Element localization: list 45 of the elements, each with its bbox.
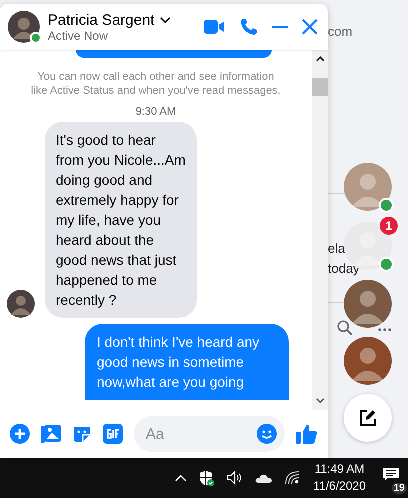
scroll-up-icon[interactable]: [316, 56, 324, 62]
shield-icon[interactable]: [198, 470, 214, 486]
speaker-icon[interactable]: [226, 471, 242, 485]
chat-head-avatar[interactable]: [344, 280, 392, 328]
edit-icon: [358, 408, 378, 428]
unread-badge: 1: [380, 217, 398, 235]
timestamp: 9:30 AM: [136, 106, 176, 118]
video-call-icon[interactable]: [204, 20, 226, 34]
gif-icon[interactable]: [103, 424, 123, 444]
contact-name[interactable]: Patricia Sargent: [48, 12, 155, 28]
message-field[interactable]: Aa: [134, 416, 285, 452]
emoji-icon[interactable]: [257, 424, 277, 444]
plus-icon[interactable]: [10, 424, 30, 444]
phone-icon[interactable]: [240, 18, 258, 36]
notice-text: You can now call each other and see information like Active Status and when you've read messages.: [30, 70, 282, 98]
photo-icon[interactable]: [41, 424, 61, 444]
sent-message: I don't think I've heard any good news in sometime now,what are you going: [85, 324, 289, 400]
background-text: today: [328, 261, 360, 276]
sticker-icon[interactable]: [72, 424, 92, 444]
message-input[interactable]: Aa: [144, 424, 257, 444]
clock-date[interactable]: 11/6/2020: [314, 478, 366, 495]
scroll-down-icon[interactable]: [316, 398, 324, 404]
contact-avatar: [7, 290, 35, 318]
contact-status: Active Now: [48, 28, 110, 42]
chat-head-avatar[interactable]: [344, 163, 392, 211]
more-icon[interactable]: [378, 328, 392, 332]
chat-head-avatar[interactable]: [344, 337, 392, 385]
contact-avatar[interactable]: [8, 11, 40, 43]
wifi-icon[interactable]: [284, 471, 300, 485]
notification-icon[interactable]: [382, 467, 400, 483]
close-icon[interactable]: [302, 19, 318, 35]
background-text: ela: [328, 241, 346, 256]
minimize-icon[interactable]: [272, 26, 288, 28]
search-icon[interactable]: [337, 320, 353, 336]
chevron-up-icon[interactable]: [174, 474, 186, 482]
scrollbar[interactable]: [312, 50, 328, 410]
new-message-button[interactable]: [344, 394, 392, 442]
received-message: It's good to hear from you Nicole...Am doing good and extremely happy for my life, have you heard about the good news that just happened to me recently ?: [45, 122, 197, 318]
notification-count: 19: [392, 483, 407, 494]
chevron-down-icon[interactable]: [160, 16, 171, 24]
cloud-icon[interactable]: [254, 472, 272, 484]
like-icon[interactable]: [296, 423, 318, 445]
clock-time[interactable]: 11:49 AM: [314, 461, 365, 478]
background-text: com: [328, 24, 353, 39]
scroll-thumb[interactable]: [312, 78, 328, 96]
